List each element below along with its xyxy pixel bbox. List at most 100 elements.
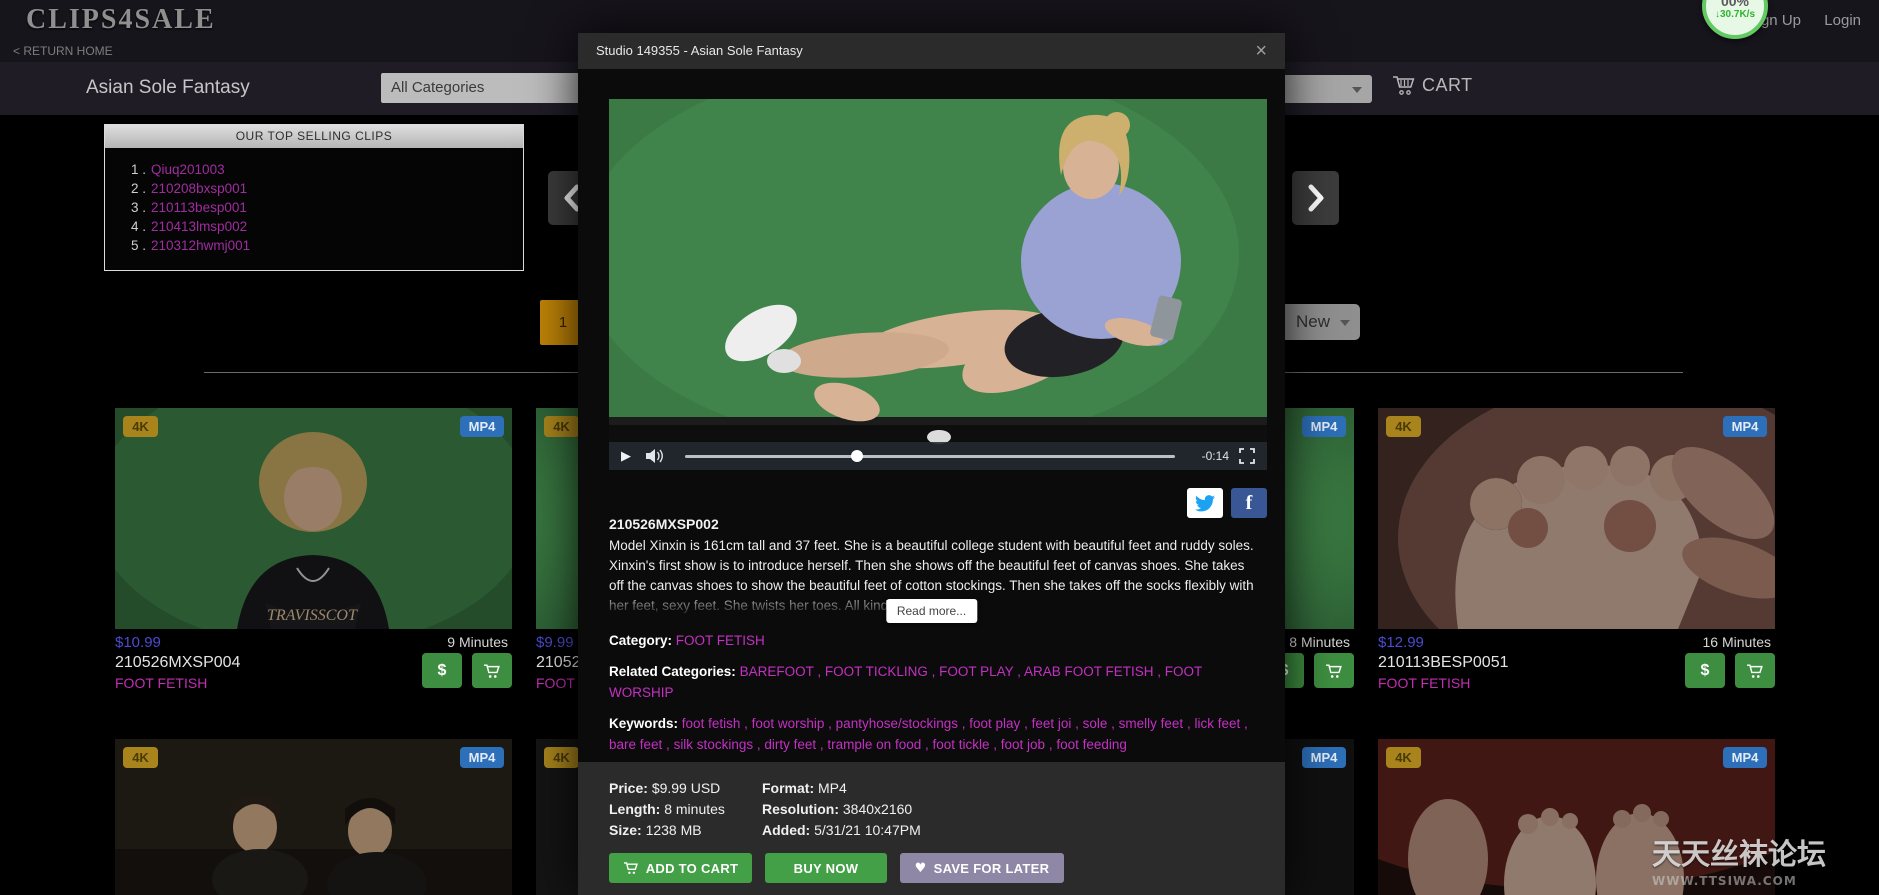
clip-thumbnail[interactable]: TRAVISSCOT 4K MP4 — [115, 408, 512, 629]
clip-duration: 16 Minutes — [1703, 634, 1771, 651]
clip-meta: $12.99 16 Minutes 210113BESP0051 FOOT FE… — [1378, 629, 1775, 700]
add-to-cart-button[interactable] — [1735, 653, 1775, 688]
cart-button[interactable]: CART — [1392, 74, 1473, 96]
keyword-link[interactable]: trample on food — [827, 737, 921, 752]
speaker-icon — [645, 448, 665, 464]
keyword-link[interactable]: silk stockings — [674, 737, 754, 752]
separator: , — [1153, 664, 1164, 679]
seek-bar[interactable] — [685, 455, 1175, 458]
top-selling-link[interactable]: 210413lmsp002 — [151, 219, 247, 234]
resolution-label: Resolution: — [762, 801, 839, 817]
login-link[interactable]: Login — [1824, 12, 1861, 29]
top-selling-title: OUR TOP SELLING CLIPS — [105, 125, 523, 148]
price-label: Price: — [609, 780, 648, 796]
related-category-link[interactable]: BAREFOOT — [740, 664, 814, 679]
buy-clip-button[interactable]: $ — [1685, 653, 1725, 688]
clip-card[interactable]: TRAVISSCOT 4K MP4 $10.99 9 Minutes 21052… — [115, 408, 512, 700]
top-selling-link[interactable]: 210113besp001 — [151, 200, 247, 215]
top-selling-item: 3 .210113besp001 — [131, 199, 513, 216]
separator: , — [990, 737, 1001, 752]
keyword-link[interactable]: foot job — [1001, 737, 1045, 752]
volume-icon[interactable] — [645, 448, 671, 464]
clip-id-title: 210526MXSP002 — [609, 516, 1254, 532]
clip-thumbnail[interactable]: 4K MP4 — [115, 739, 512, 895]
fullscreen-icon[interactable] — [1239, 448, 1255, 464]
add-to-cart-button[interactable]: ADD TO CART — [609, 853, 752, 883]
keyword-link[interactable]: feet joi — [1032, 716, 1072, 731]
rank-number: 4 . — [131, 219, 146, 234]
top-selling-link[interactable]: Qiuq201003 — [151, 162, 225, 177]
buy-now-button[interactable]: BUY NOW — [765, 853, 887, 883]
keyword-link[interactable]: foot fetish — [682, 716, 741, 731]
top-selling-link[interactable]: 210312hwmj001 — [151, 238, 250, 253]
keyword-link[interactable]: sole — [1083, 716, 1108, 731]
related-category-link[interactable]: ARAB FOOT FETISH — [1024, 664, 1154, 679]
add-to-cart-label: ADD TO CART — [646, 861, 739, 876]
add-to-cart-button[interactable] — [472, 653, 512, 688]
keyword-link[interactable]: foot tickle — [932, 737, 989, 752]
categories-dropdown-value: All Categories — [391, 79, 484, 96]
twitter-icon — [1195, 495, 1215, 512]
keyword-link[interactable]: smelly feet — [1119, 716, 1184, 731]
purchase-panel: Price: $9.99 USD Length: 8 minutes Size:… — [578, 762, 1285, 895]
thumbnail-image: TRAVISSCOT — [115, 408, 512, 629]
save-for-later-button[interactable]: ♥ SAVE FOR LATER — [900, 853, 1064, 883]
keyword-link[interactable]: bare feet — [609, 737, 662, 752]
badge-mp4: MP4 — [1302, 747, 1346, 768]
return-home-link[interactable]: < RETURN HOME — [13, 44, 113, 58]
seek-handle[interactable] — [851, 450, 863, 462]
read-more-button[interactable]: Read more... — [886, 599, 977, 623]
separator: , — [1071, 716, 1082, 731]
separator: , — [814, 664, 825, 679]
length-value: 8 minutes — [664, 801, 725, 817]
carousel-next-button[interactable] — [1292, 171, 1339, 225]
keyword-link[interactable]: foot worship — [752, 716, 825, 731]
chevron-down-icon — [1340, 320, 1350, 326]
rank-number: 1 . — [131, 162, 146, 177]
add-to-cart-button[interactable] — [1314, 653, 1354, 688]
keyword-link[interactable]: lick feet — [1194, 716, 1240, 731]
related-category-link[interactable]: FOOT PLAY — [939, 664, 1013, 679]
badge-mp4: MP4 — [460, 747, 504, 768]
clip-category-link[interactable]: FOOT FETISH — [115, 675, 207, 691]
keyword-link[interactable]: pantyhose/stockings — [836, 716, 958, 731]
keyword-link[interactable]: foot feeding — [1056, 737, 1127, 752]
clip-category-link[interactable]: FOOT FETISH — [1378, 675, 1470, 691]
chevron-down-icon — [1352, 87, 1362, 93]
cart-icon — [623, 861, 639, 875]
buy-clip-button[interactable]: $ — [422, 653, 462, 688]
buy-now-label: BUY NOW — [794, 861, 859, 876]
separator: , — [1013, 664, 1024, 679]
watermark-line2: WWW.TTSIWA.COM — [1652, 874, 1826, 888]
close-icon[interactable]: × — [1255, 33, 1267, 69]
keyword-link[interactable]: dirty feet — [764, 737, 816, 752]
download-speed: ↓30.7K/s — [1706, 9, 1764, 20]
top-selling-box: OUR TOP SELLING CLIPS 1 . Qiuq201003 2 .21… — [104, 124, 524, 271]
video-player[interactable]: ▶ -0:14 — [609, 99, 1267, 470]
top-selling-item: 2 .210208bxsp001 — [131, 180, 513, 197]
top-selling-item: 4 . 210413lmsp002 — [131, 218, 513, 235]
badge-mp4: MP4 — [1723, 747, 1767, 768]
thumbnail-image — [1378, 408, 1775, 629]
keyword-link[interactable]: foot play — [969, 716, 1020, 731]
added-label: Added: — [762, 822, 810, 838]
badge-mp4: MP4 — [460, 416, 504, 437]
facebook-share-button[interactable]: f — [1231, 488, 1267, 518]
twitter-share-button[interactable] — [1187, 488, 1223, 518]
store-name: Asian Sole Fantasy — [86, 77, 250, 99]
play-icon[interactable]: ▶ — [621, 449, 645, 464]
size-value: 1238 MB — [646, 822, 702, 838]
badge-mp4: MP4 — [1302, 416, 1346, 437]
clip-card[interactable]: 4K MP4 $12.99 16 Minutes 210113BESP0051 … — [1378, 408, 1775, 700]
separator: , — [816, 737, 827, 752]
clip-thumbnail[interactable]: 4K MP4 — [1378, 408, 1775, 629]
rank-number: 5 . — [131, 238, 146, 253]
clip-card[interactable]: 4K MP4 — [115, 739, 512, 895]
category-link[interactable]: FOOT FETISH — [676, 633, 765, 648]
download-speed-badge[interactable]: 00% ↓30.7K/s — [1702, 0, 1768, 39]
site-logo[interactable]: CLIPS4SALE — [26, 4, 216, 36]
clip-price: $9.99 — [536, 634, 574, 651]
cart-icon — [1325, 663, 1343, 679]
related-category-link[interactable]: FOOT TICKLING — [825, 664, 928, 679]
top-selling-link[interactable]: 210208bxsp001 — [151, 181, 247, 196]
